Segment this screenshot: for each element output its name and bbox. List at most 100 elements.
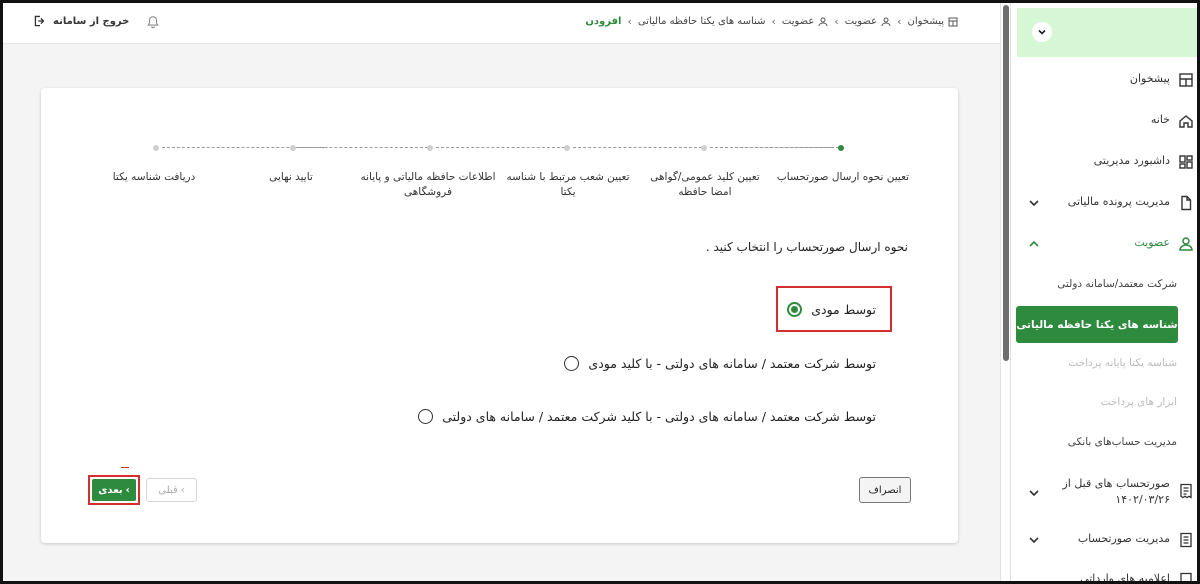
option-label: توسط شرکت معتمد / سامانه های دولتی - با … [588,356,876,371]
invoice-icon [1180,532,1192,548]
step-dot [564,145,570,151]
user-icon [1179,237,1193,251]
sidebar-subitem-payment-tools: ابزار های پرداخت [1100,396,1177,408]
step-label: تعیین شعب مرتبط با شناسه یکتا [506,171,630,198]
breadcrumb-label: عضویت [844,16,878,27]
previous-label: قبلی [158,484,178,496]
step-dot [701,145,707,151]
radio-unselected[interactable] [564,356,580,371]
step-label: تعیین نحوه ارسال صورتحساب [776,171,910,183]
sidebar-item-home[interactable]: خانه [1011,104,1197,138]
chevron-left-icon: ‹ [180,484,185,496]
logout-button[interactable]: خروج از سامانه [33,14,129,28]
chevron-down-icon [1029,200,1039,207]
sidebar-item-tax-file[interactable]: مدیریت پرونده مالیاتی [1011,186,1197,220]
step-label: تعیین کلید عمومی/گواهی امضا حافظه [650,171,760,198]
step-label: تایید نهایی [269,171,313,183]
sidebar-subitem-bank-accounts[interactable]: مدیریت حساب‌های بانکی [1068,436,1177,448]
app-window: خروج از سامانه پیشخوان ‹ عضویت ‹ عضویت ‹… [0,0,1200,584]
step-dot [153,145,159,151]
sidebar-subitem-unique-ids[interactable]: شناسه های یکتا حافظه مالیاتی [1016,306,1178,343]
wizard-stepper: تعیین نحوه ارسال صورتحساب تعیین کلید عمو… [41,88,958,208]
step-connector [436,147,565,148]
sidebar-subitem-trusted-company[interactable]: شرکت معتمد/سامانه دولتی [1057,278,1177,290]
sidebar-item-membership[interactable]: عضویت [1011,227,1197,261]
next-button[interactable]: بعدی ‹ [92,479,136,501]
logout-label: خروج از سامانه [53,15,130,27]
breadcrumb-item-membership[interactable]: عضویت [845,16,891,27]
dashboard-icon [948,17,958,26]
sidebar-header [1017,8,1197,57]
dashboard-icon [1179,73,1193,87]
chevron-left-icon: ‹ [834,15,839,28]
breadcrumb-item-membership-2[interactable]: عضویت [782,16,828,27]
wizard-card: تعیین نحوه ارسال صورتحساب تعیین کلید عمو… [41,88,958,543]
option-label: توسط شرکت معتمد / سامانه های دولتی - با … [442,409,876,424]
sidebar: پیشخوان خانه داشبورد مدیریتی مدیریت پرون… [1010,3,1197,584]
breadcrumb: پیشخوان ‹ عضویت ‹ عضویت ‹ شناسه های یکتا… [585,15,958,28]
sidebar-item-date: ۱۴۰۲/۰۳/۲۶ [1115,493,1170,506]
chevron-up-icon [1029,240,1039,247]
step-connector [573,147,702,148]
option-label: توسط مودی [811,302,876,317]
scrollbar-thumb[interactable] [1003,5,1009,361]
sidebar-item-dashboard[interactable]: پیشخوان [1011,63,1197,97]
option-taxpayer[interactable]: توسط مودی [787,302,876,317]
highlight-box: بعدی ‹ [88,475,140,505]
sidebar-item-label: عضویت [1134,236,1170,249]
sidebar-item-label: خانه [1150,113,1170,126]
annotation-mark [121,467,129,468]
chevron-left-icon: ‹ [771,15,776,28]
breadcrumb-label: افزودن [585,16,622,27]
sidebar-item-label: داشبورد مدیریتی [1093,154,1170,167]
grid-icon [1179,155,1193,169]
logout-icon [34,15,45,27]
sidebar-toggle-button[interactable] [1032,22,1052,42]
chevron-left-icon: ‹ [125,484,130,496]
chevron-down-icon [1038,29,1046,35]
breadcrumb-label: پیشخوان [907,16,944,27]
option-trusted-company-taxpayer-key[interactable]: توسط شرکت معتمد / سامانه های دولتی - با … [564,356,876,371]
sidebar-item-label: پیشخوان [1129,72,1170,85]
breadcrumb-label: شناسه های یکتا حافظه مالیاتی [637,16,766,27]
step-label: دریافت شناسه یکتا [112,171,196,183]
file-icon [1181,195,1192,211]
step-dot [290,145,296,151]
sidebar-item-old-invoices[interactable]: صورتحساب های قبل از ۱۴۰۲/۰۳/۲۶ [1011,475,1197,515]
breadcrumb-label: عضویت [781,16,815,27]
radio-selected[interactable] [787,302,803,317]
step-dot-active [838,145,844,151]
top-bar: خروج از سامانه پیشخوان ‹ عضویت ‹ عضویت ‹… [3,3,1000,44]
import-icon [1180,572,1192,581]
step-label: اطلاعات حافظه مالیاتی و پایانه فروشگاهی [360,171,496,198]
chevron-left-icon: ‹ [897,15,902,28]
step-connector [299,147,428,148]
sidebar-item-invoice-management[interactable]: مدیریت صورتحساب [1011,523,1197,557]
chevron-down-icon [1029,490,1039,497]
previous-button[interactable]: قبلی ‹ [146,478,197,502]
sidebar-item-label: مدیریت پرونده مالیاتی [1067,195,1170,208]
option-trusted-company-own-key[interactable]: توسط شرکت معتمد / سامانه های دولتی - با … [418,409,876,424]
breadcrumb-item-unique-ids[interactable]: شناسه های یکتا حافظه مالیاتی [638,16,766,27]
chevron-down-icon [1029,537,1039,544]
scrollbar[interactable] [1000,3,1010,581]
receipt-icon [1180,483,1192,499]
step-connector [720,147,832,148]
sidebar-item-label: اعلامیه های وارداتی [1080,572,1170,584]
next-label: بعدی [98,484,123,496]
sidebar-subitem-payment-terminal: شناسه یکتا پایانه پرداخت [1068,357,1177,369]
radio-unselected[interactable] [418,409,434,424]
step-dot [427,145,433,151]
form-question: نحوه ارسال صورتحساب را انتخاب کنید . [705,240,908,254]
bell-icon[interactable] [146,15,160,29]
cancel-button[interactable]: انصراف [859,477,911,503]
home-icon [1179,115,1193,128]
user-icon [881,17,891,26]
sidebar-item-label: مدیریت صورتحساب [1077,532,1170,545]
sidebar-item-label: صورتحساب های قبل از [1062,477,1170,490]
breadcrumb-item-dashboard[interactable]: پیشخوان [908,16,958,27]
main-area: خروج از سامانه پیشخوان ‹ عضویت ‹ عضویت ‹… [3,3,1000,581]
sidebar-item-management-dashboard[interactable]: داشبورد مدیریتی [1011,145,1197,179]
breadcrumb-item-add: افزودن [585,16,621,27]
sidebar-item-import-notices[interactable]: اعلامیه های وارداتی [1011,563,1197,584]
